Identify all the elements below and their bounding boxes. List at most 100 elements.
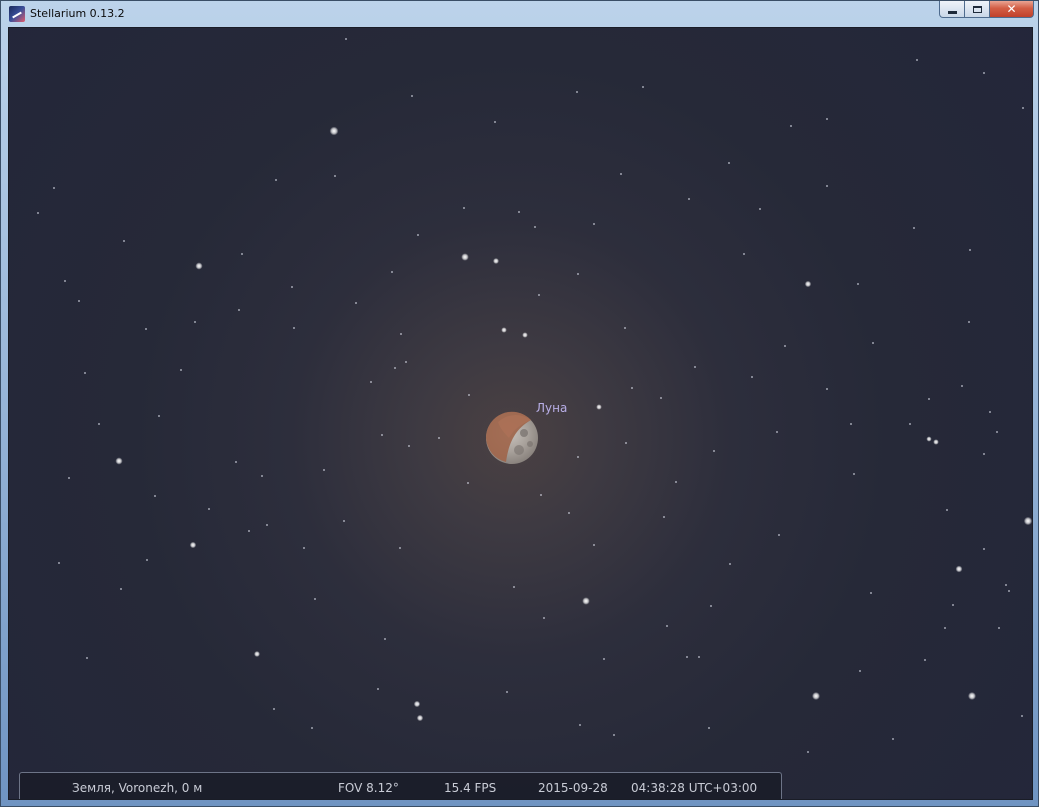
star[interactable] xyxy=(494,121,496,123)
star[interactable] xyxy=(303,547,305,549)
star[interactable] xyxy=(405,361,407,363)
star[interactable] xyxy=(1021,715,1023,717)
star[interactable] xyxy=(513,586,515,588)
star[interactable] xyxy=(400,333,402,335)
star[interactable] xyxy=(64,280,66,282)
star[interactable] xyxy=(254,651,260,657)
star[interactable] xyxy=(620,173,622,175)
star[interactable] xyxy=(518,211,520,213)
star[interactable] xyxy=(540,494,542,496)
star[interactable] xyxy=(180,369,182,371)
star[interactable] xyxy=(582,597,590,605)
star[interactable] xyxy=(955,565,963,573)
star[interactable] xyxy=(790,125,792,127)
star[interactable] xyxy=(355,302,357,304)
star[interactable] xyxy=(334,175,336,177)
star[interactable] xyxy=(924,659,926,661)
moon[interactable] xyxy=(485,411,538,464)
star[interactable] xyxy=(86,657,88,659)
star[interactable] xyxy=(778,534,780,536)
minimize-button[interactable] xyxy=(939,1,965,18)
star[interactable] xyxy=(969,249,971,251)
star[interactable] xyxy=(37,212,39,214)
star[interactable] xyxy=(989,411,991,413)
star[interactable] xyxy=(804,280,812,288)
star[interactable] xyxy=(416,714,424,722)
star[interactable] xyxy=(807,751,809,753)
star[interactable] xyxy=(743,253,745,255)
sky-view[interactable]: Луна Земля, Voronezh, 0 м FOV 8.12° 15.4… xyxy=(8,27,1033,800)
star[interactable] xyxy=(329,126,339,136)
star[interactable] xyxy=(381,434,383,436)
star[interactable] xyxy=(208,508,210,510)
star[interactable] xyxy=(53,187,55,189)
moon-label[interactable]: Луна xyxy=(536,401,567,415)
star[interactable] xyxy=(273,708,275,710)
star[interactable] xyxy=(1022,107,1024,109)
star[interactable] xyxy=(394,367,396,369)
star[interactable] xyxy=(323,469,325,471)
star[interactable] xyxy=(501,327,507,333)
star[interactable] xyxy=(631,387,633,389)
star[interactable] xyxy=(826,185,828,187)
star[interactable] xyxy=(892,738,894,740)
star[interactable] xyxy=(870,592,872,594)
star[interactable] xyxy=(189,541,197,549)
star[interactable] xyxy=(859,670,861,672)
star[interactable] xyxy=(812,692,820,700)
star[interactable] xyxy=(345,38,347,40)
star[interactable] xyxy=(660,397,662,399)
star[interactable] xyxy=(579,724,581,726)
star[interactable] xyxy=(983,72,985,74)
star[interactable] xyxy=(370,381,372,383)
star[interactable] xyxy=(603,658,605,660)
star[interactable] xyxy=(438,437,440,439)
star[interactable] xyxy=(776,431,778,433)
star[interactable] xyxy=(68,477,70,479)
star[interactable] xyxy=(314,598,316,600)
star[interactable] xyxy=(728,162,730,164)
star[interactable] xyxy=(291,286,293,288)
star[interactable] xyxy=(543,617,545,619)
star[interactable] xyxy=(154,495,156,497)
star[interactable] xyxy=(826,388,828,390)
star[interactable] xyxy=(593,544,595,546)
star[interactable] xyxy=(293,327,295,329)
star[interactable] xyxy=(1023,516,1032,526)
star[interactable] xyxy=(467,482,469,484)
star[interactable] xyxy=(84,372,86,374)
title-bar[interactable]: Stellarium 0.13.2 ✕ xyxy=(1,1,1038,27)
star[interactable] xyxy=(663,516,665,518)
star[interactable] xyxy=(411,95,413,97)
star[interactable] xyxy=(916,59,918,61)
star[interactable] xyxy=(413,700,421,708)
star[interactable] xyxy=(694,366,696,368)
star[interactable] xyxy=(913,227,915,229)
star[interactable] xyxy=(78,300,80,302)
star[interactable] xyxy=(853,473,855,475)
star[interactable] xyxy=(235,461,237,463)
star[interactable] xyxy=(238,309,240,311)
star[interactable] xyxy=(311,727,313,729)
star[interactable] xyxy=(729,563,731,565)
star[interactable] xyxy=(968,321,970,323)
star[interactable] xyxy=(998,627,1000,629)
star[interactable] xyxy=(857,283,859,285)
star[interactable] xyxy=(983,548,985,550)
star[interactable] xyxy=(493,258,499,264)
star[interactable] xyxy=(417,234,419,236)
star[interactable] xyxy=(241,253,243,255)
star[interactable] xyxy=(996,431,998,433)
star[interactable] xyxy=(952,604,954,606)
star[interactable] xyxy=(577,273,579,275)
star[interactable] xyxy=(568,512,570,514)
star[interactable] xyxy=(115,457,123,465)
star[interactable] xyxy=(158,415,160,417)
star[interactable] xyxy=(194,321,196,323)
star[interactable] xyxy=(961,385,963,387)
star[interactable] xyxy=(983,453,985,455)
star[interactable] xyxy=(123,240,125,242)
star[interactable] xyxy=(686,656,688,658)
star[interactable] xyxy=(120,588,122,590)
star[interactable] xyxy=(384,638,386,640)
